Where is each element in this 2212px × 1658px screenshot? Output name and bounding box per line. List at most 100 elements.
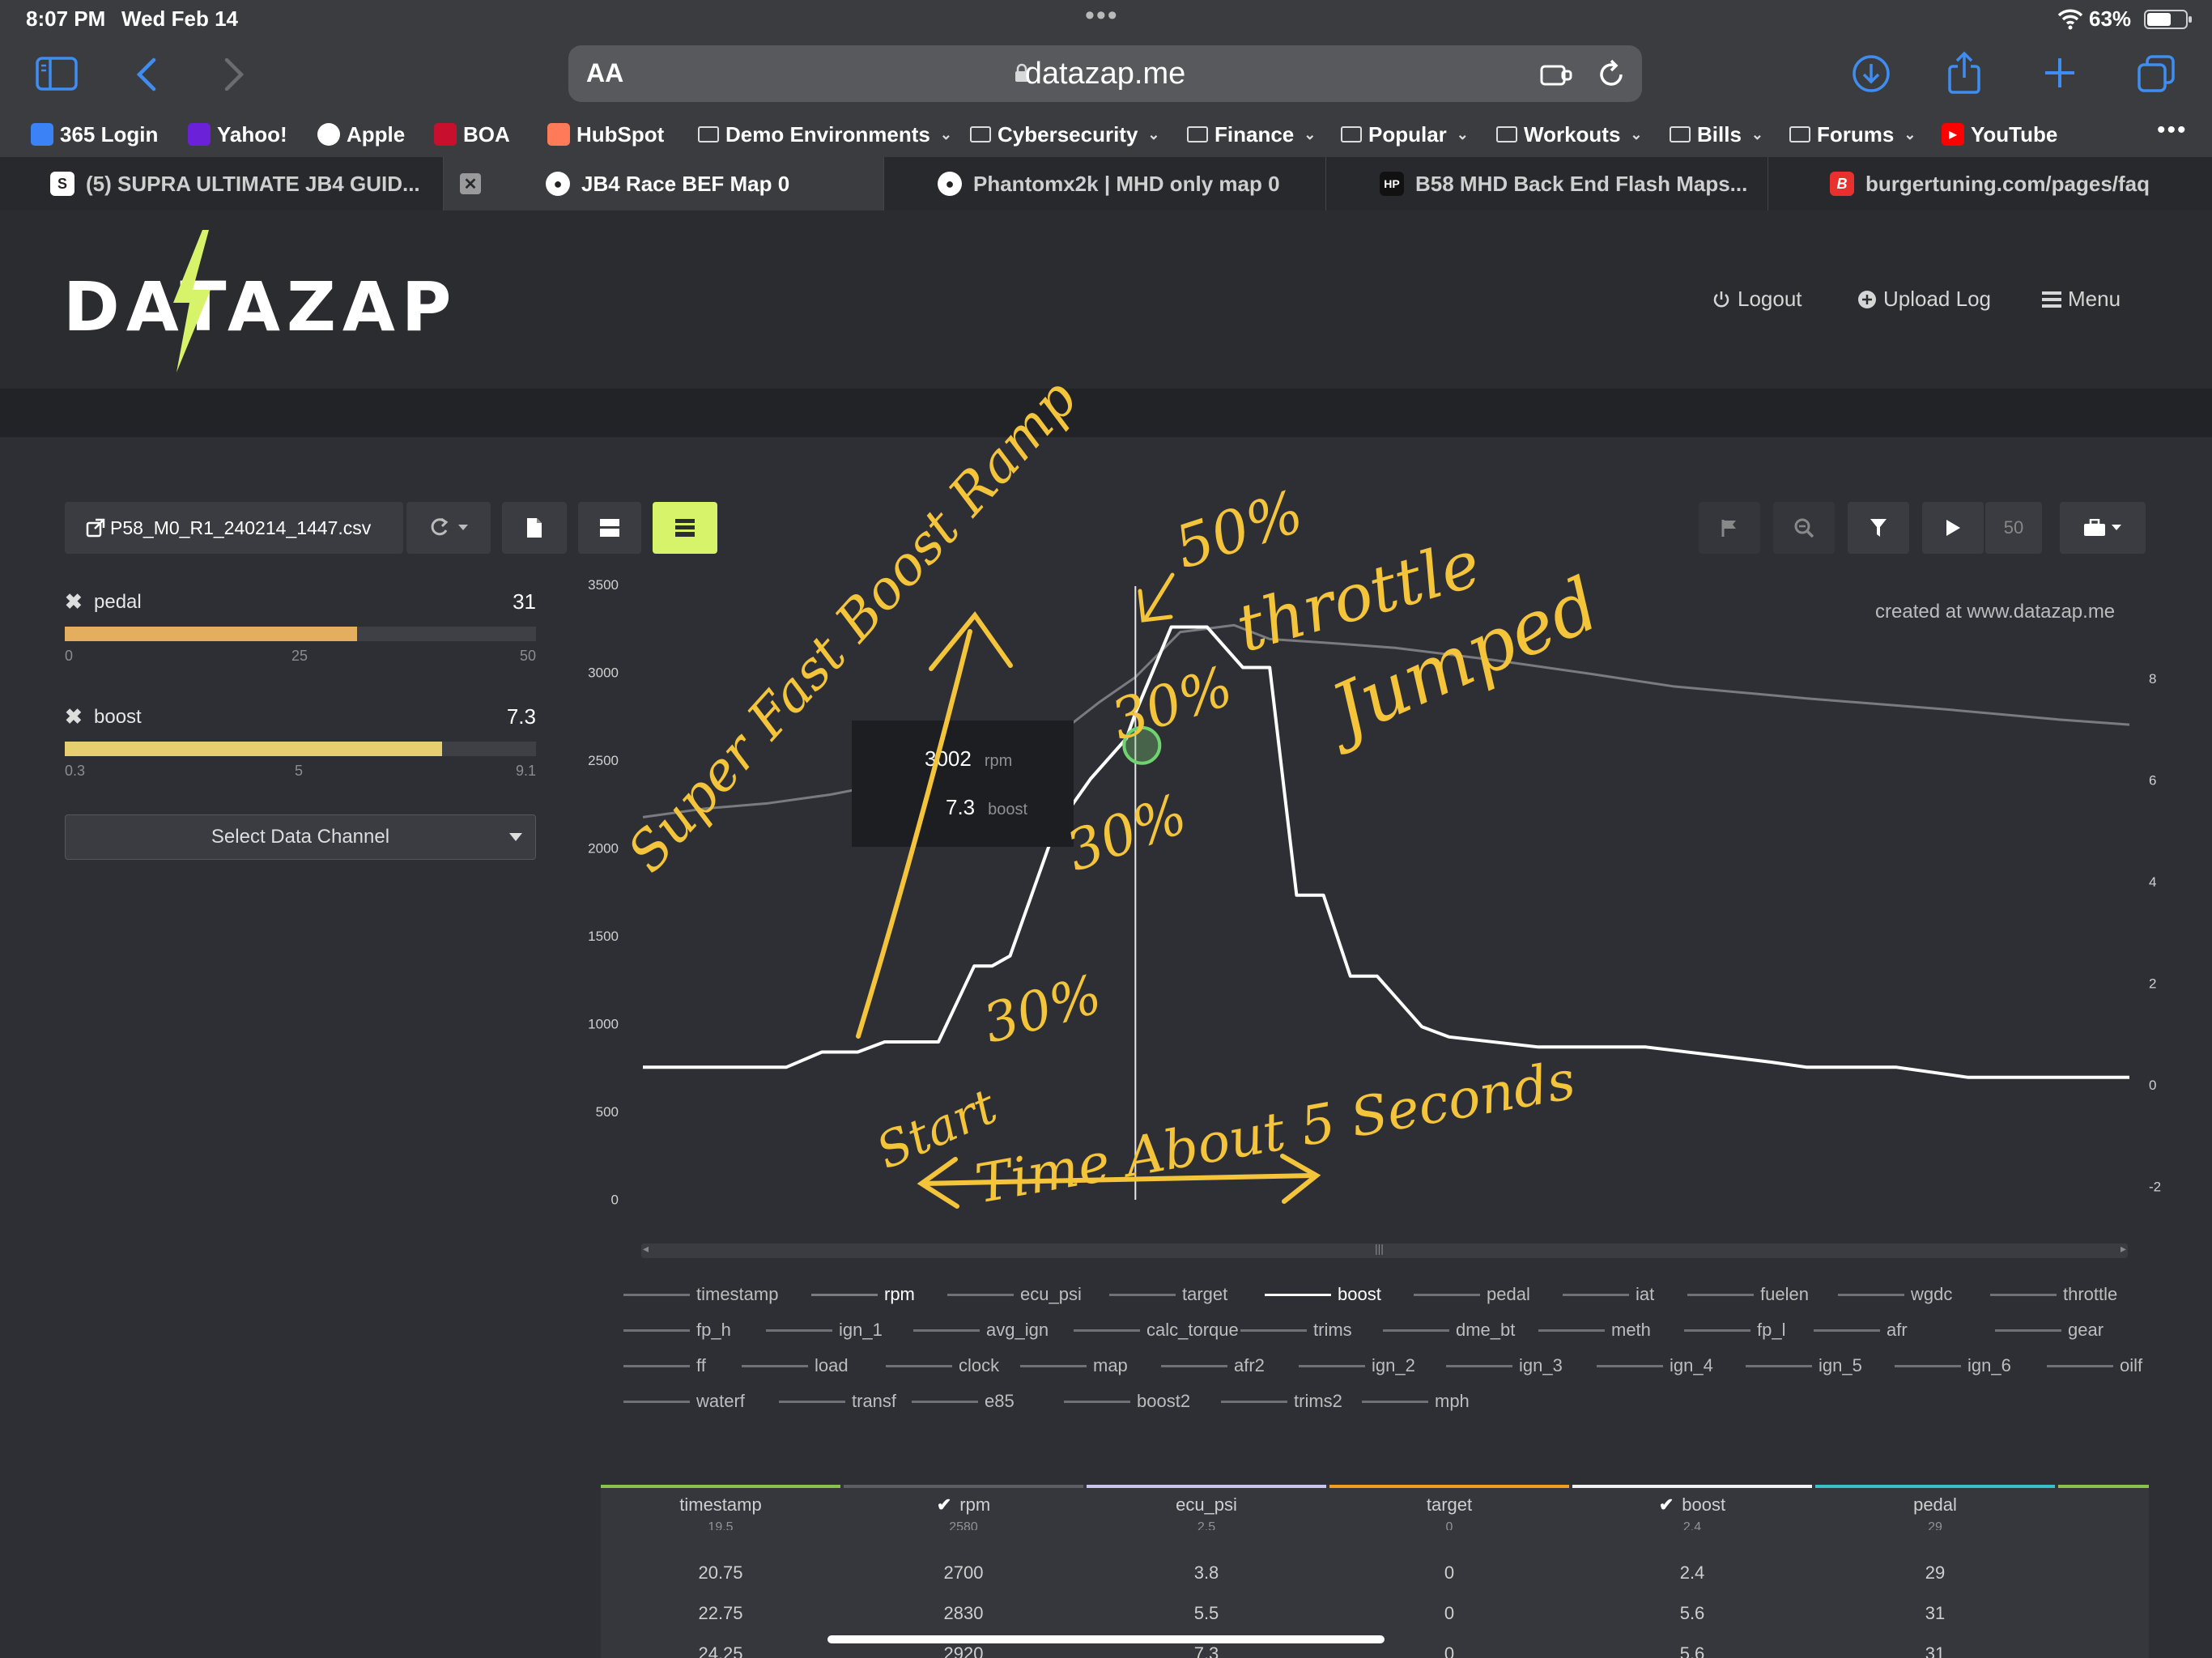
playback-speed-input[interactable]: 50 [1985,502,2042,554]
legend-item-map[interactable]: map [1020,1355,1128,1376]
bookmark-yahoo[interactable]: Yahoo! [188,120,287,149]
legend-item-afr[interactable]: afr [1814,1320,1908,1341]
legend-item-dme-bt[interactable]: dme_bt [1383,1320,1515,1341]
datazap-logo[interactable]: DATAZAP [63,267,457,346]
split-view-button[interactable] [578,502,641,554]
scrollbar-grip-icon[interactable]: ||| [1375,1242,1384,1255]
legend-item-ign-4[interactable]: ign_4 [1597,1355,1713,1376]
legend-item-ign-5[interactable]: ign_5 [1746,1355,1862,1376]
legend-item-avg-ign[interactable]: avg_ign [913,1320,1049,1341]
legend-item-ign-2[interactable]: ign_2 [1299,1355,1415,1376]
legend-item-trims[interactable]: trims [1240,1320,1352,1341]
new-tab-icon[interactable] [2042,55,2078,91]
scrollbar-left-arrow-icon[interactable]: ◂ [643,1242,649,1256]
bookmarks-more-icon[interactable]: ••• [2157,117,2188,144]
bookmark-hubspot[interactable]: HubSpot [547,120,664,149]
home-indicator[interactable] [827,1635,1385,1643]
legend-item-fp-h[interactable]: fp_h [623,1320,731,1341]
legend-item-throttle[interactable]: throttle [1990,1284,2117,1305]
bookmark-apple[interactable]: Apple [317,120,405,149]
flag-button[interactable] [1699,502,1760,554]
multitasking-dots-icon[interactable]: ••• [1085,0,1119,32]
legend-line-swatch [811,1293,878,1296]
filter-button[interactable] [1848,502,1909,554]
legend-item-clock[interactable]: clock [886,1355,999,1376]
menu-link[interactable]: Menu [2042,287,2121,312]
legend-item-waterf[interactable]: waterf [623,1391,745,1412]
forward-icon[interactable] [223,57,245,92]
chart-tooltip: 3002 rpm 7.3 boost [852,721,1074,847]
legend-item-meth[interactable]: meth [1538,1320,1651,1341]
legend-item-ign-1[interactable]: ign_1 [766,1320,883,1341]
bookmark-workouts[interactable]: Workouts ⌄ [1496,120,1643,149]
bookmark-cybersecurity[interactable]: Cybersecurity ⌄ [970,120,1160,149]
legend-item-pedal[interactable]: pedal [1414,1284,1530,1305]
legend-item-boost[interactable]: boost [1265,1284,1381,1305]
table-header-target[interactable]: target [1329,1485,1569,1522]
legend-item-ign-3[interactable]: ign_3 [1446,1355,1563,1376]
table-header-label: timestamp [679,1494,762,1515]
table-header-boost[interactable]: ✔ boost [1572,1485,1812,1522]
download-icon[interactable] [1851,53,1891,94]
bookmark-bills[interactable]: Bills ⌄ [1670,120,1763,149]
select-data-channel-dropdown[interactable]: Select Data Channel [65,814,536,860]
refresh-dropdown-button[interactable] [406,502,491,554]
sidebar-icon[interactable] [36,55,78,92]
bookmark-finance[interactable]: Finance ⌄ [1187,120,1316,149]
upload-log-link[interactable]: Upload Log [1857,287,1991,312]
zoom-out-button[interactable] [1773,502,1835,554]
logout-link[interactable]: Logout [1712,287,1802,312]
legend-item-load[interactable]: load [742,1355,849,1376]
legend-item-fuelen[interactable]: fuelen [1687,1284,1809,1305]
legend-item-rpm[interactable]: rpm [811,1284,915,1305]
legend-item-boost2[interactable]: boost2 [1064,1391,1190,1412]
legend-item-target[interactable]: target [1109,1284,1227,1305]
log-file-selector[interactable]: P58_M0_R1_240214_1447.csv [65,502,403,554]
tab-overview-icon[interactable] [2136,53,2176,94]
table-header-rpm[interactable]: ✔ rpm [844,1485,1083,1522]
scrollbar-right-arrow-icon[interactable]: ▸ [2121,1242,2126,1256]
share-icon[interactable] [1946,50,1982,96]
legend-item-timestamp[interactable]: timestamp [623,1284,778,1305]
legend-item-mph[interactable]: mph [1362,1391,1470,1412]
tab-phantomx2k-map[interactable]: ● Phantomx2k | MHD only map 0 [884,157,1326,210]
legend-item-oilf[interactable]: oilf [2047,1355,2142,1376]
legend-item-e85[interactable]: e85 [912,1391,1015,1412]
legend-item-wgdc[interactable]: wgdc [1838,1284,1952,1305]
legend-item-ff[interactable]: ff [623,1355,706,1376]
extensions-icon[interactable] [1538,60,1574,89]
legend-item-trims2[interactable]: trims2 [1221,1391,1342,1412]
bookmark-boa[interactable]: BOA [434,120,510,149]
legend-item-calc-torque[interactable]: calc_torque [1074,1320,1239,1341]
bookmark-365-login[interactable]: 365 Login [31,120,158,149]
bookmark-popular[interactable]: Popular ⌄ [1341,120,1469,149]
chart-range-scrollbar[interactable]: ◂ ||| ▸ [641,1242,2128,1258]
remove-channel-icon[interactable]: ✖ [65,704,83,729]
tab-close-icon[interactable]: ✕ [460,173,481,194]
table-header-pedal[interactable]: pedal [1815,1485,2055,1522]
tools-dropdown-button[interactable] [2060,502,2146,554]
remove-channel-icon[interactable]: ✖ [65,589,83,614]
legend-item-afr2[interactable]: afr2 [1161,1355,1265,1376]
legend-item-gear[interactable]: gear [1995,1320,2104,1341]
bookmark-demo-environments[interactable]: Demo Environments ⌄ [698,120,952,149]
tab-supra-guide[interactable]: S (5) SUPRA ULTIMATE JB4 GUID... [0,157,444,210]
single-view-button[interactable] [502,502,567,554]
legend-item-ecu-psi[interactable]: ecu_psi [947,1284,1082,1305]
bookmark-youtube[interactable]: ▶ YouTube [1942,120,2057,149]
table-header-timestamp[interactable]: timestamp [601,1485,840,1522]
play-button[interactable] [1922,502,1984,554]
tab-jb4-race-bef-map[interactable]: ✕ ● JB4 Race BEF Map 0 [444,157,884,210]
legend-item-iat[interactable]: iat [1563,1284,1654,1305]
bookmark-forums[interactable]: Forums ⌄ [1789,120,1916,149]
stacked-view-button[interactable] [653,502,717,554]
tab-burgertuning-faq[interactable]: B burgertuning.com/pages/faq [1768,157,2212,210]
back-icon[interactable] [136,57,157,92]
legend-item-fp-l[interactable]: fp_l [1684,1320,1785,1341]
legend-item-transf[interactable]: transf [779,1391,896,1412]
address-bar[interactable]: AA datazap.me [568,45,1642,102]
tab-b58-mhd-maps[interactable]: HP B58 MHD Back End Flash Maps... [1326,157,1768,210]
reload-icon[interactable] [1595,58,1627,91]
table-header-ecu-psi[interactable]: ecu_psi [1087,1485,1326,1522]
legend-item-ign-6[interactable]: ign_6 [1895,1355,2011,1376]
